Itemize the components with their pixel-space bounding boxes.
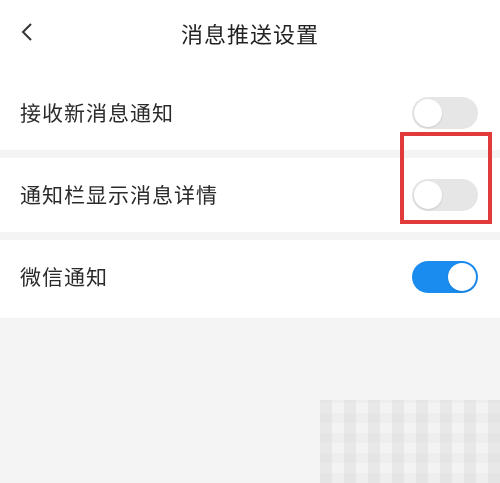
- setting-label: 微信通知: [20, 266, 108, 290]
- toggle-knob: [448, 263, 476, 291]
- message-push-settings-screen: 消息推送设置 接收新消息通知 通知栏显示消息详情 微信通知: [0, 0, 500, 483]
- top-bar: 消息推送设置: [0, 0, 500, 72]
- wechat-notification-toggle[interactable]: [412, 261, 478, 293]
- setting-row-wechat-notify: 微信通知: [0, 232, 500, 318]
- setting-label: 接收新消息通知: [20, 102, 174, 126]
- page-title: 消息推送设置: [180, 24, 319, 49]
- watermark: [320, 400, 500, 483]
- setting-row-receive-new-message: 接收新消息通知: [0, 72, 500, 154]
- setting-row-show-details: 通知栏显示消息详情: [0, 150, 500, 236]
- toggle-knob: [414, 181, 442, 209]
- setting-label: 通知栏显示消息详情: [20, 184, 218, 208]
- settings-list: 接收新消息通知 通知栏显示消息详情 微信通知: [0, 72, 500, 318]
- toggle-knob: [414, 99, 442, 127]
- show-message-details-toggle[interactable]: [412, 179, 478, 211]
- receive-new-message-toggle[interactable]: [412, 97, 478, 129]
